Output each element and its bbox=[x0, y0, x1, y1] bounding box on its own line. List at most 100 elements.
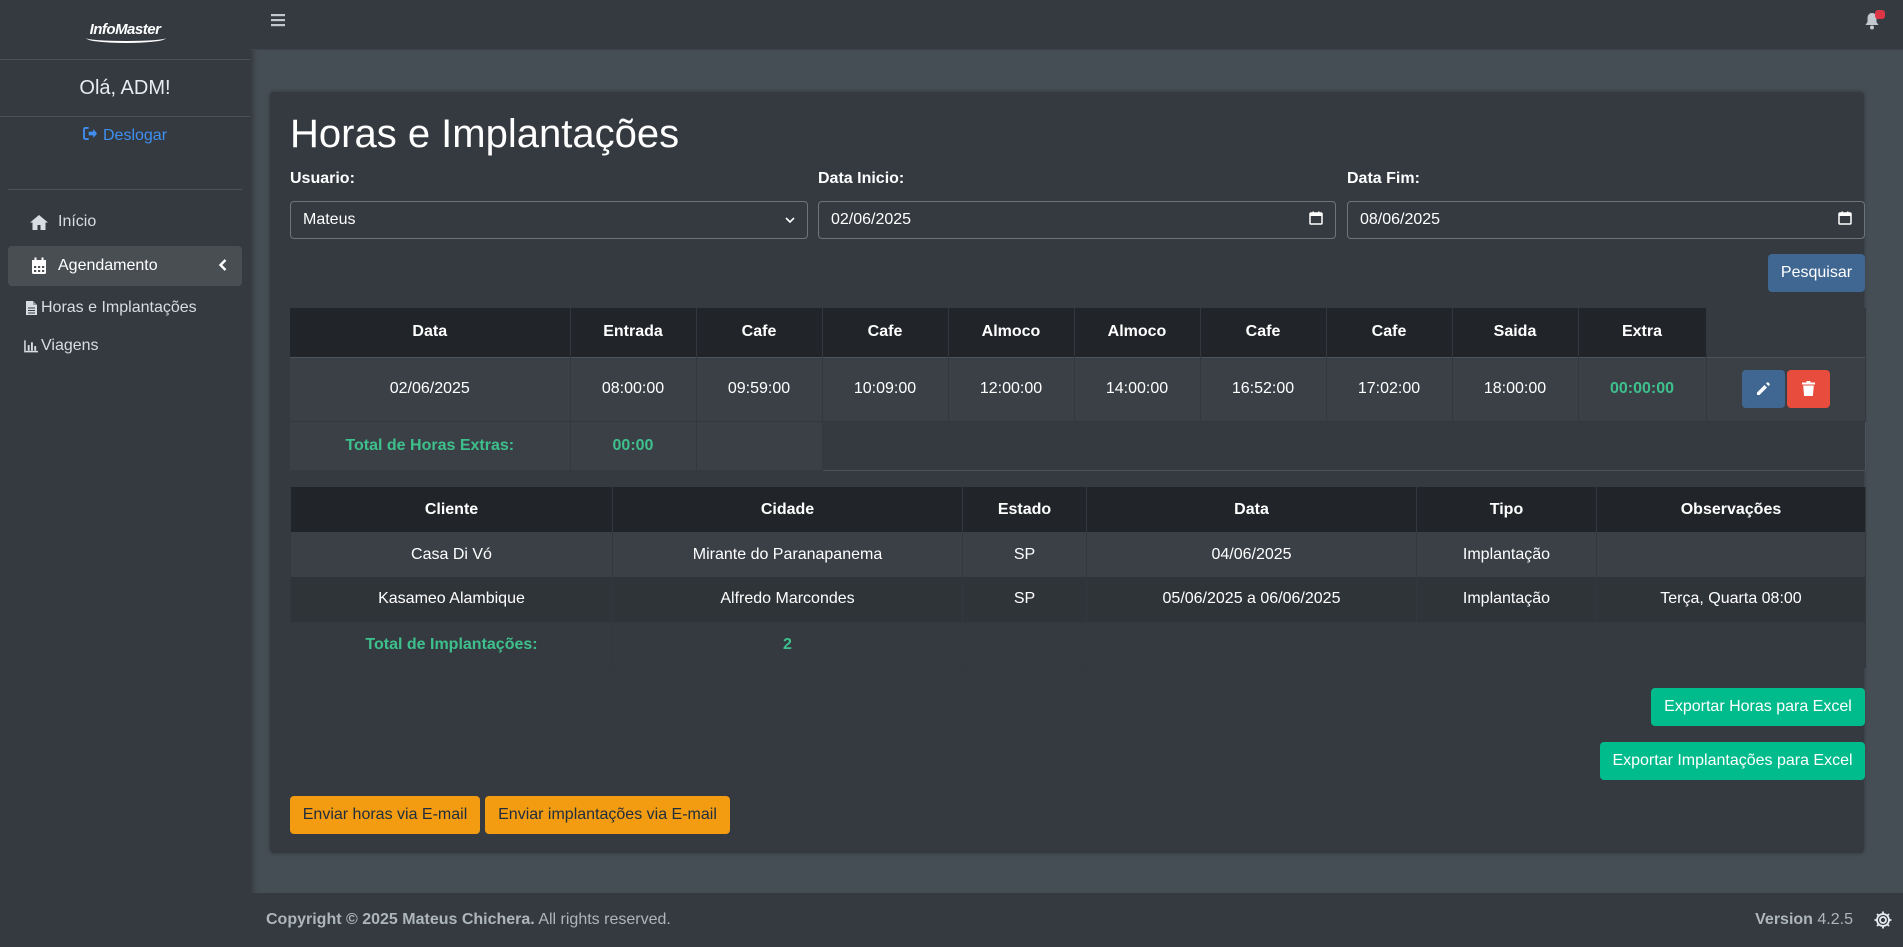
calendar-picker-icon[interactable] bbox=[1309, 211, 1323, 230]
table-cell: SP bbox=[962, 577, 1087, 622]
notification-badge bbox=[1875, 10, 1885, 19]
col-header-actions bbox=[1706, 308, 1866, 357]
sidebar-item-agendamento[interactable]: Agendamento bbox=[8, 246, 242, 286]
col-header-entrada: Entrada bbox=[570, 308, 697, 357]
col-header-cafe: Cafe bbox=[1200, 308, 1327, 357]
export-hours-button[interactable]: Exportar Horas para Excel bbox=[1651, 688, 1865, 726]
col-header-almoco: Almoco bbox=[1074, 308, 1201, 357]
logout-link[interactable]: Deslogar bbox=[0, 126, 250, 146]
table-cell: Mirante do Paranapanema bbox=[612, 532, 963, 577]
content-card: Horas e Implantações Usuario: Mateus Dat… bbox=[270, 92, 1866, 853]
extra-cell: 00:00:00 bbox=[1578, 356, 1707, 421]
table-cell: Implantação bbox=[1416, 532, 1597, 577]
implantations-table: Cliente Cidade Estado Data Tipo Observaç… bbox=[290, 487, 1866, 668]
table-cell: 12:00:00 bbox=[948, 356, 1075, 421]
sidebar-item-label: Início bbox=[58, 213, 97, 230]
sidebar-item-viagens[interactable]: Viagens bbox=[8, 326, 242, 366]
data-inicio-input[interactable]: 02/06/2025 bbox=[818, 201, 1336, 239]
sidebar-item-horas-implantacoes[interactable]: Horas e Implantações bbox=[8, 288, 242, 328]
version-label: Version bbox=[1755, 911, 1813, 928]
sidebar-item-label: Agendamento bbox=[58, 257, 158, 274]
table-cell: 02/06/2025 bbox=[290, 356, 571, 421]
col-header-extra: Extra bbox=[1578, 308, 1707, 357]
email-hours-button[interactable]: Enviar horas via E-mail bbox=[290, 796, 480, 834]
file-icon bbox=[24, 301, 38, 315]
col-header-cidade: Cidade bbox=[612, 487, 963, 532]
table-cell bbox=[962, 621, 1087, 668]
calendar-icon bbox=[28, 257, 50, 275]
gear-icon[interactable] bbox=[1873, 910, 1893, 935]
col-header-saida: Saida bbox=[1452, 308, 1579, 357]
implantations-table-header: Cliente Cidade Estado Data Tipo Observaç… bbox=[290, 487, 1866, 532]
col-header-almoco: Almoco bbox=[948, 308, 1075, 357]
chevron-left-icon bbox=[218, 257, 228, 278]
implantations-total-row: Total de Implantações: 2 bbox=[290, 621, 1866, 668]
brand-logo[interactable]: InfoMaster bbox=[85, 21, 167, 43]
copyright-owner: Copyright © 2025 Mateus Chichera. bbox=[266, 911, 535, 928]
sidebar-item-label: Horas e Implantações bbox=[41, 299, 197, 316]
delete-button[interactable] bbox=[1786, 369, 1830, 408]
user-greeting: Olá, ADM! bbox=[0, 60, 250, 117]
copyright-text: Copyright © 2025 Mateus Chichera. All ri… bbox=[266, 911, 671, 929]
col-header-cliente: Cliente bbox=[290, 487, 613, 532]
table-cell: Kasameo Alambique bbox=[290, 577, 613, 622]
col-header-data: Data bbox=[1086, 487, 1417, 532]
data-fim-label: Data Fim: bbox=[1347, 170, 1420, 187]
col-header-estado: Estado bbox=[962, 487, 1087, 532]
hours-total-row: Total de Horas Extras: 00:00 bbox=[290, 420, 1866, 471]
table-cell bbox=[822, 420, 1866, 471]
search-button[interactable]: Pesquisar bbox=[1768, 254, 1865, 292]
hours-table-header: Data Entrada Cafe Cafe Almoco Almoco Caf… bbox=[290, 308, 1866, 357]
version-value: 4.2.5 bbox=[1817, 911, 1853, 928]
data-inicio-label: Data Inicio: bbox=[818, 170, 905, 187]
sidebar-nav: Início Agendamento Horas e Implantações … bbox=[0, 202, 250, 366]
top-navbar bbox=[250, 0, 1903, 50]
usuario-select[interactable]: Mateus bbox=[290, 201, 808, 239]
table-cell: 17:02:00 bbox=[1326, 356, 1453, 421]
sidebar: InfoMaster Olá, ADM! Deslogar Início Age… bbox=[0, 0, 250, 947]
data-fim-input[interactable]: 08/06/2025 bbox=[1347, 201, 1865, 239]
total-extras-label: Total de Horas Extras: bbox=[290, 420, 571, 470]
sidebar-item-inicio[interactable]: Início bbox=[8, 202, 242, 242]
total-implantations-value: 2 bbox=[612, 621, 963, 668]
notification-bell-icon[interactable] bbox=[1864, 10, 1885, 35]
table-cell: Casa Di Vó bbox=[290, 532, 613, 577]
sign-out-icon bbox=[83, 127, 98, 145]
home-icon bbox=[28, 214, 50, 231]
table-cell bbox=[696, 420, 823, 470]
col-header-cafe: Cafe bbox=[696, 308, 823, 357]
export-implantations-button[interactable]: Exportar Implantações para Excel bbox=[1600, 742, 1865, 780]
data-fim-value: 08/06/2025 bbox=[1360, 211, 1441, 228]
col-header-observacoes: Observações bbox=[1596, 487, 1866, 532]
usuario-label: Usuario: bbox=[290, 170, 355, 187]
col-header-cafe: Cafe bbox=[1326, 308, 1453, 357]
table-cell: SP bbox=[962, 532, 1087, 577]
calendar-picker-icon[interactable] bbox=[1838, 211, 1852, 230]
menu-toggle-icon[interactable] bbox=[271, 13, 285, 32]
brand: InfoMaster bbox=[0, 0, 250, 60]
table-cell: 10:09:00 bbox=[822, 356, 949, 421]
usuario-select-value: Mateus bbox=[303, 211, 356, 228]
table-cell bbox=[1596, 532, 1866, 577]
pencil-icon bbox=[1757, 382, 1770, 396]
table-cell: 18:00:00 bbox=[1452, 356, 1579, 421]
email-implantations-button[interactable]: Enviar implantações via E-mail bbox=[485, 796, 730, 834]
table-row: Casa Di Vó Mirante do Paranapanema SP 04… bbox=[290, 532, 1866, 577]
table-cell: 08:00:00 bbox=[570, 356, 697, 421]
col-header-data: Data bbox=[290, 308, 571, 357]
table-cell: 04/06/2025 bbox=[1086, 532, 1417, 577]
version-info: Version 4.2.5 bbox=[1755, 911, 1853, 929]
total-extras-value: 00:00 bbox=[570, 420, 697, 470]
chevron-down-icon bbox=[785, 211, 795, 229]
bar-chart-icon bbox=[24, 339, 38, 353]
sidebar-item-label: Viagens bbox=[41, 337, 99, 354]
table-cell: Terça, Quarta 08:00 bbox=[1596, 577, 1866, 622]
page-title: Horas e Implantações bbox=[290, 112, 680, 156]
edit-button[interactable] bbox=[1741, 370, 1785, 409]
table-cell: Implantação bbox=[1416, 577, 1597, 622]
footer: Copyright © 2025 Mateus Chichera. All ri… bbox=[250, 893, 1903, 947]
col-header-tipo: Tipo bbox=[1416, 487, 1597, 532]
table-cell: Alfredo Marcondes bbox=[612, 577, 963, 622]
table-row: 02/06/2025 08:00:00 09:59:00 10:09:00 12… bbox=[290, 356, 1866, 421]
table-cell: 09:59:00 bbox=[696, 356, 823, 421]
